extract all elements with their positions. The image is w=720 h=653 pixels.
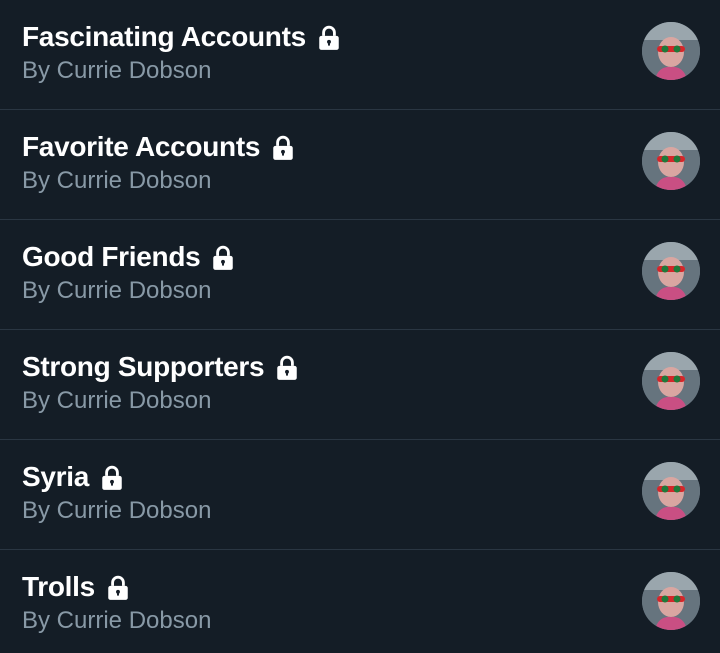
list-text: Favorite Accounts By Currie Dobson	[22, 128, 296, 196]
list-title-row: Strong Supporters	[22, 348, 300, 386]
list-title-row: Favorite Accounts	[22, 128, 296, 166]
list-text: Fascinating Accounts By Currie Dobson	[22, 18, 342, 86]
list-title: Favorite Accounts	[22, 131, 261, 162]
list-text: Good Friends By Currie Dobson	[22, 238, 236, 306]
user-avatar[interactable]	[642, 132, 700, 190]
list-title-row: Trolls	[22, 568, 211, 606]
list-owner: By Currie Dobson	[22, 607, 212, 634]
list-item[interactable]: Fascinating Accounts By Currie Dobson	[0, 0, 720, 110]
list-text: Strong Supporters By Currie Dobson	[22, 348, 300, 416]
lists-container: Fascinating Accounts By Currie Dobson Fa…	[0, 0, 720, 653]
list-item[interactable]: Syria By Currie Dobson	[0, 440, 720, 550]
list-owner: By Currie Dobson	[22, 167, 212, 194]
lock-icon	[274, 355, 300, 381]
user-avatar[interactable]	[642, 572, 700, 630]
list-text: Syria By Currie Dobson	[22, 458, 211, 526]
list-title: Fascinating Accounts	[22, 21, 306, 52]
list-title-row: Fascinating Accounts	[22, 18, 342, 56]
list-item[interactable]: Trolls By Currie Dobson	[0, 550, 720, 653]
list-text: Trolls By Currie Dobson	[22, 568, 211, 636]
list-owner: By Currie Dobson	[22, 387, 212, 414]
list-owner: By Currie Dobson	[22, 497, 212, 524]
lock-icon	[210, 245, 236, 271]
list-title: Good Friends	[22, 241, 201, 272]
list-title: Syria	[22, 461, 89, 492]
user-avatar[interactable]	[642, 352, 700, 410]
user-avatar[interactable]	[642, 462, 700, 520]
list-title: Trolls	[22, 571, 95, 602]
list-item[interactable]: Strong Supporters By Currie Dobson	[0, 330, 720, 440]
list-item[interactable]: Favorite Accounts By Currie Dobson	[0, 110, 720, 220]
lock-icon	[99, 465, 125, 491]
lock-icon	[270, 135, 296, 161]
list-owner: By Currie Dobson	[22, 57, 212, 84]
list-title-row: Syria	[22, 458, 211, 496]
user-avatar[interactable]	[642, 242, 700, 300]
user-avatar[interactable]	[642, 22, 700, 80]
list-owner: By Currie Dobson	[22, 277, 212, 304]
list-title: Strong Supporters	[22, 351, 265, 382]
lock-icon	[105, 575, 131, 601]
list-title-row: Good Friends	[22, 238, 236, 276]
list-item[interactable]: Good Friends By Currie Dobson	[0, 220, 720, 330]
lock-icon	[316, 25, 342, 51]
